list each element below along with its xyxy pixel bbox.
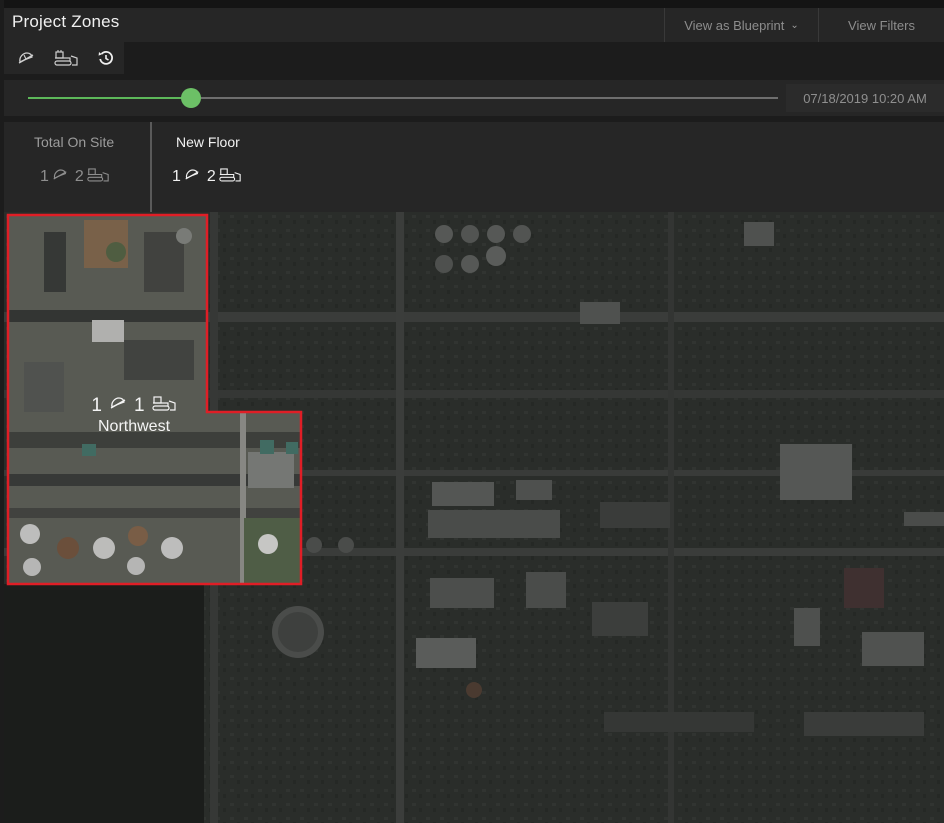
stats-panel: Total On Site 1 2 New Floor 1 2	[4, 122, 944, 212]
view-filters-button[interactable]: View Filters	[818, 8, 944, 42]
bulldozer-icon	[86, 166, 110, 188]
zone-counts: 1 1	[74, 394, 194, 418]
zone-equipment-count: 1	[134, 395, 145, 416]
zone-name: Northwest	[97, 418, 171, 435]
history-icon[interactable]	[92, 46, 120, 70]
floor-workers-count: 1	[172, 168, 181, 185]
chevron-down-icon: ⌄	[790, 19, 799, 31]
new-floor-card[interactable]: New Floor 1 2	[152, 122, 292, 212]
zone-workers-count: 1	[91, 395, 102, 416]
bulldozer-icon[interactable]	[52, 46, 80, 70]
filter-icon-toolbar	[4, 42, 124, 74]
top-bar: Project Zones View as Blueprint ⌄ View F…	[4, 0, 944, 42]
view-as-blueprint-label: View as Blueprint	[684, 17, 785, 33]
floor-equipment-count: 2	[206, 168, 216, 185]
total-equipment-count: 2	[74, 168, 84, 185]
top-actions: View as Blueprint ⌄ View Filters	[664, 8, 944, 42]
page-title: Project Zones	[12, 12, 120, 31]
timeline-progress	[28, 97, 192, 99]
bulldozer-icon	[151, 394, 177, 418]
timeline-bar: 07/18/2019 10:20 AM	[4, 80, 944, 116]
total-workers-count: 1	[40, 168, 49, 185]
floor-counts: 1 2	[172, 166, 242, 188]
hard-hat-icon	[183, 167, 201, 187]
zone-label-northwest[interactable]: 1 1 Northwest	[74, 394, 194, 436]
timeline-track[interactable]	[28, 88, 778, 108]
site-map[interactable]: 1 1 Northwest	[4, 212, 944, 823]
total-counts: 1 2	[40, 166, 110, 188]
hard-hat-icon[interactable]	[12, 46, 40, 70]
view-as-blueprint-dropdown[interactable]: View as Blueprint ⌄	[664, 8, 818, 42]
total-on-site-card: Total On Site 1 2	[4, 122, 150, 212]
hard-hat-icon	[108, 395, 128, 417]
timeline-slider-handle[interactable]	[181, 88, 202, 108]
bulldozer-icon	[218, 166, 242, 188]
timeline-timestamp: 07/18/2019 10:20 AM	[786, 84, 944, 112]
total-on-site-label: Total On Site	[34, 134, 115, 150]
satellite-map-image	[4, 212, 944, 823]
hard-hat-icon	[51, 167, 69, 187]
new-floor-label: New Floor	[176, 134, 240, 150]
